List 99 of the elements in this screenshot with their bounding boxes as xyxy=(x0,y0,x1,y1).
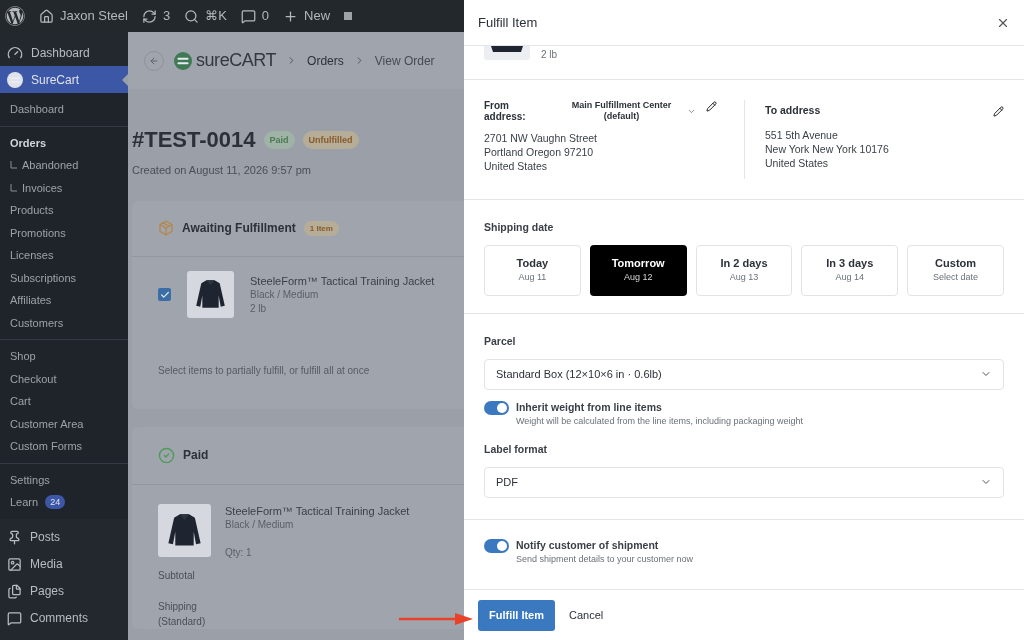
field-label: From address: xyxy=(484,100,527,122)
address-line: Portland Oregon 97210 xyxy=(484,145,595,159)
product-weight: 2 lb xyxy=(250,301,268,316)
wordpress-logo-icon[interactable] xyxy=(5,6,25,26)
surecart-logo-icon xyxy=(174,51,192,70)
toggle-switch[interactable] xyxy=(484,539,509,553)
product-name: SteeleForm™ Tactical Training Jacket xyxy=(250,273,435,288)
address-line: New York New York 10176 xyxy=(765,142,890,156)
address-line: 551 5th Avenue xyxy=(765,128,839,142)
plus-icon[interactable] xyxy=(283,8,299,24)
hint-text: Select items to partially fulfill, or fulfill all at once xyxy=(158,364,370,378)
search-icon[interactable] xyxy=(184,8,200,24)
status-badge: Paid xyxy=(263,130,295,149)
sidebar-submenu-item[interactable]: Subscriptions xyxy=(0,266,128,289)
sidebar-submenu-item[interactable]: Dashboard xyxy=(0,98,128,121)
comment-icon xyxy=(7,610,22,626)
summary-label: Subtotal xyxy=(158,568,196,583)
pin-icon xyxy=(7,529,22,545)
admin-bar-link[interactable]: New xyxy=(304,6,331,26)
corner-icon xyxy=(10,183,18,192)
package-icon xyxy=(158,220,174,236)
summary-label: Shipping (Standard) xyxy=(158,599,207,629)
product-variant: Black / Medium xyxy=(225,517,295,532)
help-text: Weight will be calculated from the line items, including packaging weight xyxy=(516,414,803,428)
toggle-label: Notify customer of shipment xyxy=(516,539,660,552)
surecart-logo-text: sureCART xyxy=(196,49,277,72)
checkbox[interactable] xyxy=(158,288,171,301)
sidebar-submenu-item[interactable]: Products xyxy=(0,199,128,222)
edit-icon[interactable] xyxy=(706,101,717,112)
sidebar-menu-item[interactable]: Pages xyxy=(0,577,128,605)
sidebar-submenu-item[interactable]: Checkout xyxy=(0,367,128,390)
date-option[interactable]: Today Aug 11 xyxy=(484,244,581,296)
sidebar-submenu-item[interactable]: Promotions xyxy=(0,221,128,244)
field-label: Parcel xyxy=(484,334,517,349)
cancel-button[interactable]: Cancel xyxy=(567,599,606,631)
panel-title: Fulfill Item xyxy=(478,13,538,32)
sidebar-menu-item[interactable]: SureCart xyxy=(0,66,128,93)
card-title: Awaiting Fulfillment xyxy=(182,220,296,237)
sidebar-submenu-item[interactable]: Shop xyxy=(0,345,128,368)
sidebar-menu-item[interactable]: Media xyxy=(0,550,128,578)
help-text: Send shipment details to your customer now xyxy=(516,553,694,566)
sidebar-submenu-item[interactable]: Custom Forms xyxy=(0,435,128,458)
sidebar-menu-item[interactable]: Comments xyxy=(0,604,128,632)
count-badge: 1 Item xyxy=(303,220,339,236)
product-name: SteeleForm™ Tactical Training Jacket xyxy=(225,503,410,518)
date-option[interactable]: Custom Select date xyxy=(907,244,1004,296)
corner-icon xyxy=(10,161,18,170)
field-label: Label format xyxy=(484,441,548,457)
location-select[interactable]: Main Fulfillment Center (default) xyxy=(560,100,696,122)
edit-icon[interactable] xyxy=(993,105,1004,117)
check-circle-icon xyxy=(158,446,175,464)
created-date: Created on August 11, 2026 9:57 pm xyxy=(132,163,312,178)
breadcrumb-link[interactable]: Orders xyxy=(307,51,344,70)
comment-icon[interactable] xyxy=(240,8,256,24)
sidebar-menu-item[interactable]: Posts xyxy=(0,523,128,551)
admin-bar-link[interactable]: ⌘K xyxy=(205,6,227,26)
refresh-icon[interactable] xyxy=(141,8,157,24)
admin-bar-link[interactable]: 3 xyxy=(162,6,171,26)
count-badge: 24 xyxy=(45,495,66,510)
status-badge: Unfulfilled xyxy=(302,130,359,149)
sidebar-menu-item[interactable]: Dashboard xyxy=(0,39,128,66)
label-format-select[interactable]: PDF xyxy=(484,466,1004,498)
order-number: #TEST-0014 xyxy=(132,126,256,154)
square-icon xyxy=(344,12,353,20)
arrow-left-icon xyxy=(149,55,159,66)
fulfill-button[interactable]: Fulfill Item xyxy=(478,599,555,631)
date-option[interactable]: In 3 days Aug 14 xyxy=(801,244,899,296)
media-icon xyxy=(7,556,22,572)
sidebar-submenu-item[interactable]: Abandoned xyxy=(0,154,128,177)
sidebar-submenu-item[interactable]: Affiliates xyxy=(0,289,128,312)
parcel-select[interactable]: Standard Box (12×10×6 in · 0.6lb) xyxy=(484,358,1004,390)
address-line: United States xyxy=(484,159,549,173)
product-variant: Black / Medium xyxy=(250,287,320,302)
address-line: United States xyxy=(765,156,830,170)
section-label: Shipping date xyxy=(484,220,555,235)
home-icon[interactable] xyxy=(39,8,54,24)
surecart-logo-icon xyxy=(7,71,23,88)
card-title: Paid xyxy=(183,447,209,464)
sidebar-submenu-item[interactable]: Cart xyxy=(0,390,128,413)
gauge-icon xyxy=(7,44,23,61)
sidebar-submenu-item[interactable]: Licenses xyxy=(0,244,128,267)
sidebar-submenu-item[interactable]: Customer Area xyxy=(0,412,128,435)
toggle-switch[interactable] xyxy=(484,400,509,415)
product-quantity: Qty: 1 xyxy=(225,545,253,560)
breadcrumb-link[interactable]: View Order xyxy=(374,51,435,70)
product-weight: 2 lb xyxy=(541,48,558,62)
date-option[interactable]: Tomorrow Aug 12 xyxy=(589,244,687,296)
admin-bar-link[interactable]: Jaxon Steel xyxy=(60,6,128,26)
field-label: To address xyxy=(765,103,821,119)
sidebar-submenu-item[interactable]: Learn 24 xyxy=(0,491,128,514)
pages-icon xyxy=(7,583,22,599)
address-line: 2701 NW Vaughn Street xyxy=(484,131,599,145)
sidebar-submenu-item[interactable]: Customers xyxy=(0,311,128,334)
toggle-label: Inherit weight from line items xyxy=(516,400,663,414)
admin-bar-link[interactable]: 0 xyxy=(261,6,270,26)
date-option[interactable]: In 2 days Aug 13 xyxy=(695,244,793,296)
sidebar-submenu-item[interactable]: Orders xyxy=(0,131,128,154)
sidebar-submenu-item[interactable]: Invoices xyxy=(0,176,128,199)
sidebar-submenu-item[interactable]: Settings xyxy=(0,468,128,491)
